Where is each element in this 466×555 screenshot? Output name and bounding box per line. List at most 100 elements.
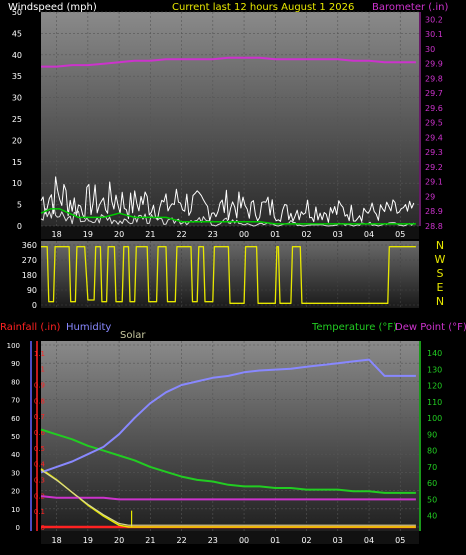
temperature-tick-label: 60 — [427, 479, 437, 488]
wind-tick-label: 30 — [12, 94, 22, 103]
wind-axis-title: Windspeed (mph) — [8, 2, 97, 13]
barometer-tick-label: 29.8 — [425, 74, 443, 83]
rain-tick-label: 1 — [41, 366, 45, 374]
direction-tick-label: 360 — [22, 241, 37, 250]
direction-tick-label: 180 — [22, 271, 37, 280]
rain-tick-label: 0.3 — [34, 477, 45, 485]
compass-letter: W — [435, 253, 446, 266]
barometer-tick-label: 28.8 — [425, 222, 443, 231]
barometer-tick-label: 29.6 — [425, 104, 443, 113]
temperature-tick-label: 80 — [427, 447, 437, 456]
chart-title: Current last 12 hours August 1 2026 — [172, 2, 354, 13]
wind-tick-label: 40 — [12, 51, 22, 60]
wind-tick-label: 10 — [12, 179, 22, 188]
humidity-tick-label: 20 — [11, 488, 20, 496]
humidity-tick-label: 0 — [16, 524, 20, 532]
x-tick-label-top: 22 — [176, 230, 186, 239]
x-tick-label-bottom: 19 — [83, 536, 93, 545]
temperature-tick-label: 140 — [427, 349, 442, 358]
humidity-tick-label: 50 — [11, 433, 20, 441]
x-tick-label-top: 18 — [52, 230, 62, 239]
direction-tick-label: 270 — [22, 256, 37, 265]
barometer-tick-label: 29.5 — [425, 119, 443, 128]
temperature-tick-label: 40 — [427, 512, 437, 521]
temperature-label: Temperature (°F) — [311, 322, 397, 333]
direction-tick-label: 0 — [32, 301, 37, 310]
compass-letter: N — [436, 239, 444, 252]
humidity-tick-label: 10 — [11, 506, 20, 514]
barometer-axis-title: Barometer (.in) — [372, 2, 448, 13]
temperature-tick-label: 50 — [427, 495, 437, 504]
rain-tick-label: 0.1 — [34, 508, 45, 516]
x-tick-label-top: 20 — [114, 230, 124, 239]
temperature-tick-label: 130 — [427, 365, 442, 374]
wind-tick-label: 15 — [12, 158, 22, 167]
humidity-tick-label: 90 — [11, 360, 20, 368]
temperature-tick-label: 120 — [427, 382, 442, 391]
wind-tick-label: 0 — [17, 222, 22, 231]
solar-label: Solar — [120, 330, 146, 341]
x-tick-label-bottom: 22 — [176, 536, 186, 545]
xaxis-band-bottom — [41, 531, 419, 544]
barometer-tick-label: 28.9 — [425, 207, 443, 216]
wind-tick-label: 35 — [12, 72, 22, 81]
barometer-tick-label: 29.7 — [425, 89, 443, 98]
rain-tick-label: 0.8 — [34, 397, 45, 405]
barometer-tick-label: 30 — [425, 45, 435, 54]
x-tick-label-top: 04 — [364, 230, 374, 239]
x-tick-label-top: 01 — [270, 230, 280, 239]
humidity-tick-label: 60 — [11, 415, 20, 423]
barometer-tick-label: 29 — [425, 192, 435, 201]
rain-tick-label: 0.7 — [34, 413, 45, 421]
temperature-tick-label: 100 — [427, 414, 442, 423]
barometer-tick-label: 29.4 — [425, 133, 443, 142]
compass-labels: NWSEN — [435, 239, 446, 308]
rainfall-label: Rainfall (.in) — [0, 322, 61, 333]
temperature-tick-label: 70 — [427, 463, 437, 472]
x-tick-label-top: 21 — [145, 230, 155, 239]
weather-chart-svg: 0510152025303540455028.828.92929.129.229… — [0, 2, 466, 545]
x-tick-label-bottom: 02 — [301, 536, 311, 545]
x-tick-label-top: 23 — [208, 230, 218, 239]
wind-tick-label: 45 — [12, 29, 22, 38]
rain-tick-label: 1.1 — [34, 350, 45, 358]
compass-letter: E — [437, 281, 444, 294]
x-tick-label-bottom: 05 — [395, 536, 405, 545]
barometer-tick-label: 29.1 — [425, 178, 443, 187]
x-tick-label-bottom: 00 — [239, 536, 249, 545]
humidity-tick-label: 40 — [11, 451, 20, 459]
xaxis-band-top — [41, 226, 419, 239]
x-tick-label-bottom: 21 — [145, 536, 155, 545]
barometer-tick-label: 29.3 — [425, 148, 443, 157]
x-tick-label-bottom: 18 — [52, 536, 62, 545]
barometer-tick-label: 30.1 — [425, 30, 443, 39]
barometer-tick-label: 29.2 — [425, 163, 443, 172]
wind-tick-label: 25 — [12, 115, 22, 124]
x-tick-label-top: 00 — [239, 230, 249, 239]
wind-tick-label: 20 — [12, 136, 22, 145]
humidity-label: Humidity — [66, 322, 111, 333]
x-tick-label-bottom: 23 — [208, 536, 218, 545]
x-tick-label-top: 02 — [301, 230, 311, 239]
x-tick-label-bottom: 20 — [114, 536, 124, 545]
x-tick-label-top: 05 — [395, 230, 405, 239]
humidity-tick-label: 30 — [11, 469, 20, 477]
humidity-tick-label: 70 — [11, 397, 20, 405]
humidity-tick-label: 80 — [11, 378, 20, 386]
barometer-tick-label: 29.9 — [425, 60, 443, 69]
x-tick-label-bottom: 04 — [364, 536, 374, 545]
x-tick-label-top: 19 — [83, 230, 93, 239]
compass-letter: S — [437, 267, 444, 280]
direction-tick-label: 90 — [27, 286, 37, 295]
rain-tick-label: 0.5 — [34, 445, 45, 453]
temperature-tick-label: 90 — [427, 430, 437, 439]
x-tick-label-bottom: 01 — [270, 536, 280, 545]
rain-tick-label: 0.4 — [34, 461, 46, 469]
humidity-tick-label: 100 — [7, 342, 20, 350]
weather-graph: 0 5 10 15 20 25 30 35 40 45 50 28.8 28.9 29 29.1 29.2 29… — [0, 0, 466, 555]
dewpoint-label: Dew Point (°F) — [395, 322, 466, 333]
compass-letter: N — [436, 295, 444, 308]
wind-tick-label: 5 — [17, 201, 22, 210]
x-tick-label-bottom: 03 — [333, 536, 343, 545]
rain-tick-label: 0.9 — [34, 382, 45, 390]
